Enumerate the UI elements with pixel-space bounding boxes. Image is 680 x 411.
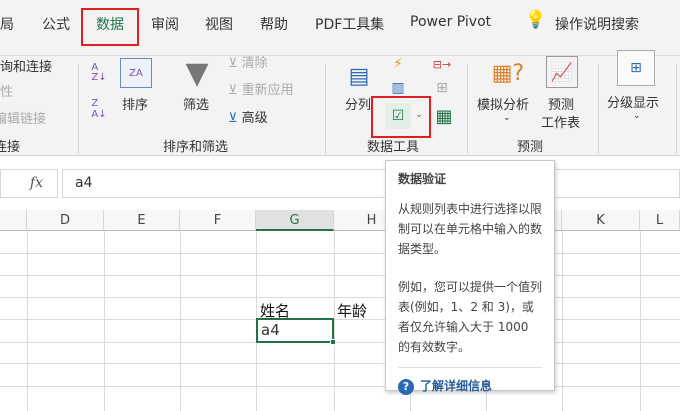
group-label-forecast: 预测 xyxy=(517,140,544,155)
formula-input[interactable]: a4 xyxy=(62,169,680,198)
properties-button[interactable]: 性 xyxy=(0,81,13,100)
relationships-icon[interactable]: ⊞ xyxy=(432,78,452,98)
column-header-e[interactable]: E xyxy=(104,210,180,231)
sort-a-z-icon[interactable]: A Z↓ xyxy=(88,60,110,86)
tab-power-pivot[interactable]: Power Pivot xyxy=(410,14,491,30)
flash-fill-icon[interactable]: ⚡ xyxy=(388,54,408,74)
manage-data-model-icon[interactable]: ▦ xyxy=(434,104,454,128)
sort-button[interactable]: 排序 xyxy=(122,94,148,113)
what-if-analysis-button[interactable]: 模拟分析 xyxy=(477,94,529,113)
filter-icon[interactable]: ▼ xyxy=(180,56,214,91)
data-validation-tooltip: 数据验证 从规则列表中进行选择以限制可以在单元格中输入的数据类型。 例如，您可以… xyxy=(385,160,555,395)
outline-button[interactable]: 分级显示 xyxy=(607,92,659,111)
group-label-sort-filter: 排序和筛选 xyxy=(163,140,229,155)
column-header-g[interactable]: G xyxy=(256,210,334,231)
formula-bar: fx a4 xyxy=(0,166,680,200)
column-header-l[interactable]: L xyxy=(640,210,680,231)
what-if-analysis-icon[interactable]: ▦? xyxy=(492,56,524,90)
fill-handle[interactable] xyxy=(330,339,336,345)
forecast-sheet-button[interactable]: 预测 xyxy=(548,94,574,113)
column-header-k[interactable]: K xyxy=(562,210,640,231)
learn-more-link[interactable]: ? 了解详细信息 xyxy=(398,367,542,396)
ribbon-tabs: 布局 公式 数据 审阅 视图 帮助 PDF工具集 Power Pivot 💡 操… xyxy=(0,0,680,56)
cell-g5-selected[interactable]: a4 xyxy=(256,318,334,343)
queries-connections-button[interactable]: 询和连接 xyxy=(0,56,52,75)
forecast-sheet-button-line2[interactable]: 工作表 xyxy=(541,112,580,131)
forecast-sheet-icon[interactable]: 📈 xyxy=(546,56,578,88)
tab-data[interactable]: 数据 xyxy=(96,14,124,34)
column-header-f[interactable]: F xyxy=(180,210,256,231)
sort-z-a-icon[interactable]: Z A↓ xyxy=(88,96,110,122)
consolidate-icon[interactable]: ⊟→ xyxy=(432,54,452,74)
group-label-data-tools: 数据工具 xyxy=(367,140,420,155)
tooltip-title: 数据验证 xyxy=(398,172,447,186)
remove-duplicates-icon[interactable]: ▥ xyxy=(388,78,408,98)
help-icon: ? xyxy=(398,379,414,395)
advanced-filter-button[interactable]: ⊻ 高级 xyxy=(228,107,268,126)
tooltip-description: 从规则列表中进行选择以限制可以在单元格中输入的数据类型。 xyxy=(398,202,543,256)
ribbon: 询和连接 性 编辑链接 连接 A Z↓ Z A↓ ZA 排序 ▼ 筛选 ⊻ 清除 ⊻… xyxy=(0,50,680,156)
tab-layout[interactable]: 布局 xyxy=(0,14,14,34)
advanced-icon: ⊻ xyxy=(228,111,242,126)
text-to-columns-icon[interactable]: ▤ xyxy=(342,60,376,92)
reapply-icon: ⊻ xyxy=(228,83,242,98)
text-to-columns-button[interactable]: 分列 xyxy=(345,94,371,113)
cell-h4[interactable]: 年龄 xyxy=(337,300,367,321)
insert-function-icon[interactable]: fx xyxy=(0,169,58,198)
tab-help[interactable]: 帮助 xyxy=(260,14,288,34)
tab-review[interactable]: 审阅 xyxy=(151,14,179,34)
reapply-button[interactable]: ⊻ 重新应用 xyxy=(228,79,294,98)
filter-button[interactable]: 筛选 xyxy=(183,94,209,113)
lightbulb-icon[interactable]: 💡 xyxy=(525,10,546,30)
data-validation-icon[interactable]: ☑ xyxy=(385,103,411,129)
sort-icon[interactable]: ZA xyxy=(120,58,152,88)
worksheet-grid: D E F G H I J K L 姓名 年龄 a4 xyxy=(0,210,680,411)
chevron-down-icon[interactable]: ⌄ xyxy=(413,108,425,122)
tell-me-search[interactable]: 操作说明搜索 xyxy=(555,14,639,34)
tab-pdf[interactable]: PDF工具集 xyxy=(315,14,384,34)
clear-icon: ⊻ xyxy=(228,56,242,71)
tab-view[interactable]: 视图 xyxy=(205,14,233,34)
edit-links-button[interactable]: 编辑链接 xyxy=(0,108,46,127)
tooltip-example: 例如，您可以提供一个值列表(例如，1、2 和 3)，或者仅允许输入大于 1000… xyxy=(398,280,543,354)
clear-filter-button[interactable]: ⊻ 清除 xyxy=(228,52,268,71)
outline-icon[interactable]: ⊞ xyxy=(617,50,655,86)
group-label-connections: 连接 xyxy=(0,140,21,155)
chevron-down-icon: ⌄ xyxy=(503,113,511,123)
chevron-down-icon: ⌄ xyxy=(633,111,641,121)
column-header-d[interactable]: D xyxy=(27,210,104,231)
tab-formulas[interactable]: 公式 xyxy=(42,14,70,34)
